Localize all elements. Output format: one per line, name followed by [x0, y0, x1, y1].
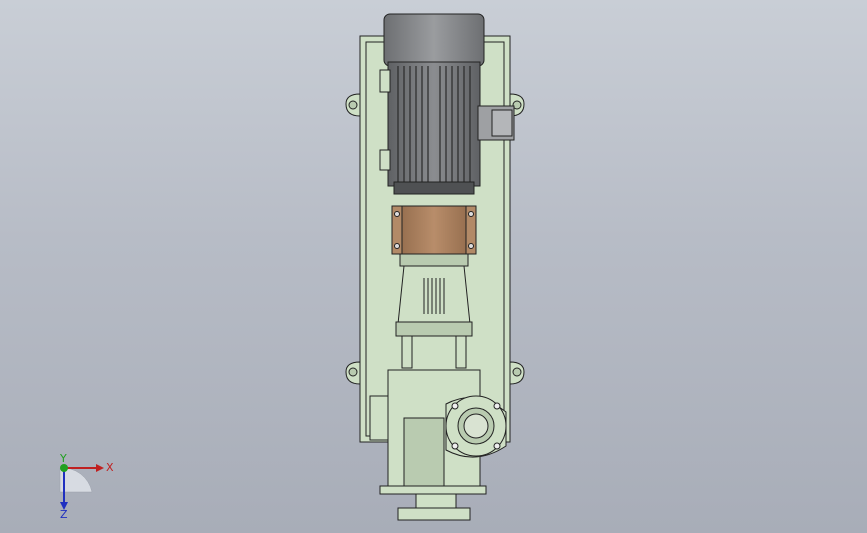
orientation-triad: X Y Z [59, 452, 114, 521]
z-axis-label: Z [60, 508, 68, 521]
cad-viewport[interactable]: X Y Z [0, 0, 867, 533]
y-axis-marker [60, 464, 68, 472]
x-axis-label: X [106, 461, 114, 474]
pump-motor-assembly[interactable] [0, 0, 867, 533]
y-axis-label: Y [59, 452, 67, 465]
discharge-flange[interactable] [445, 395, 507, 458]
coupling-guard[interactable] [391, 205, 477, 255]
x-axis-arrowhead [96, 464, 104, 472]
